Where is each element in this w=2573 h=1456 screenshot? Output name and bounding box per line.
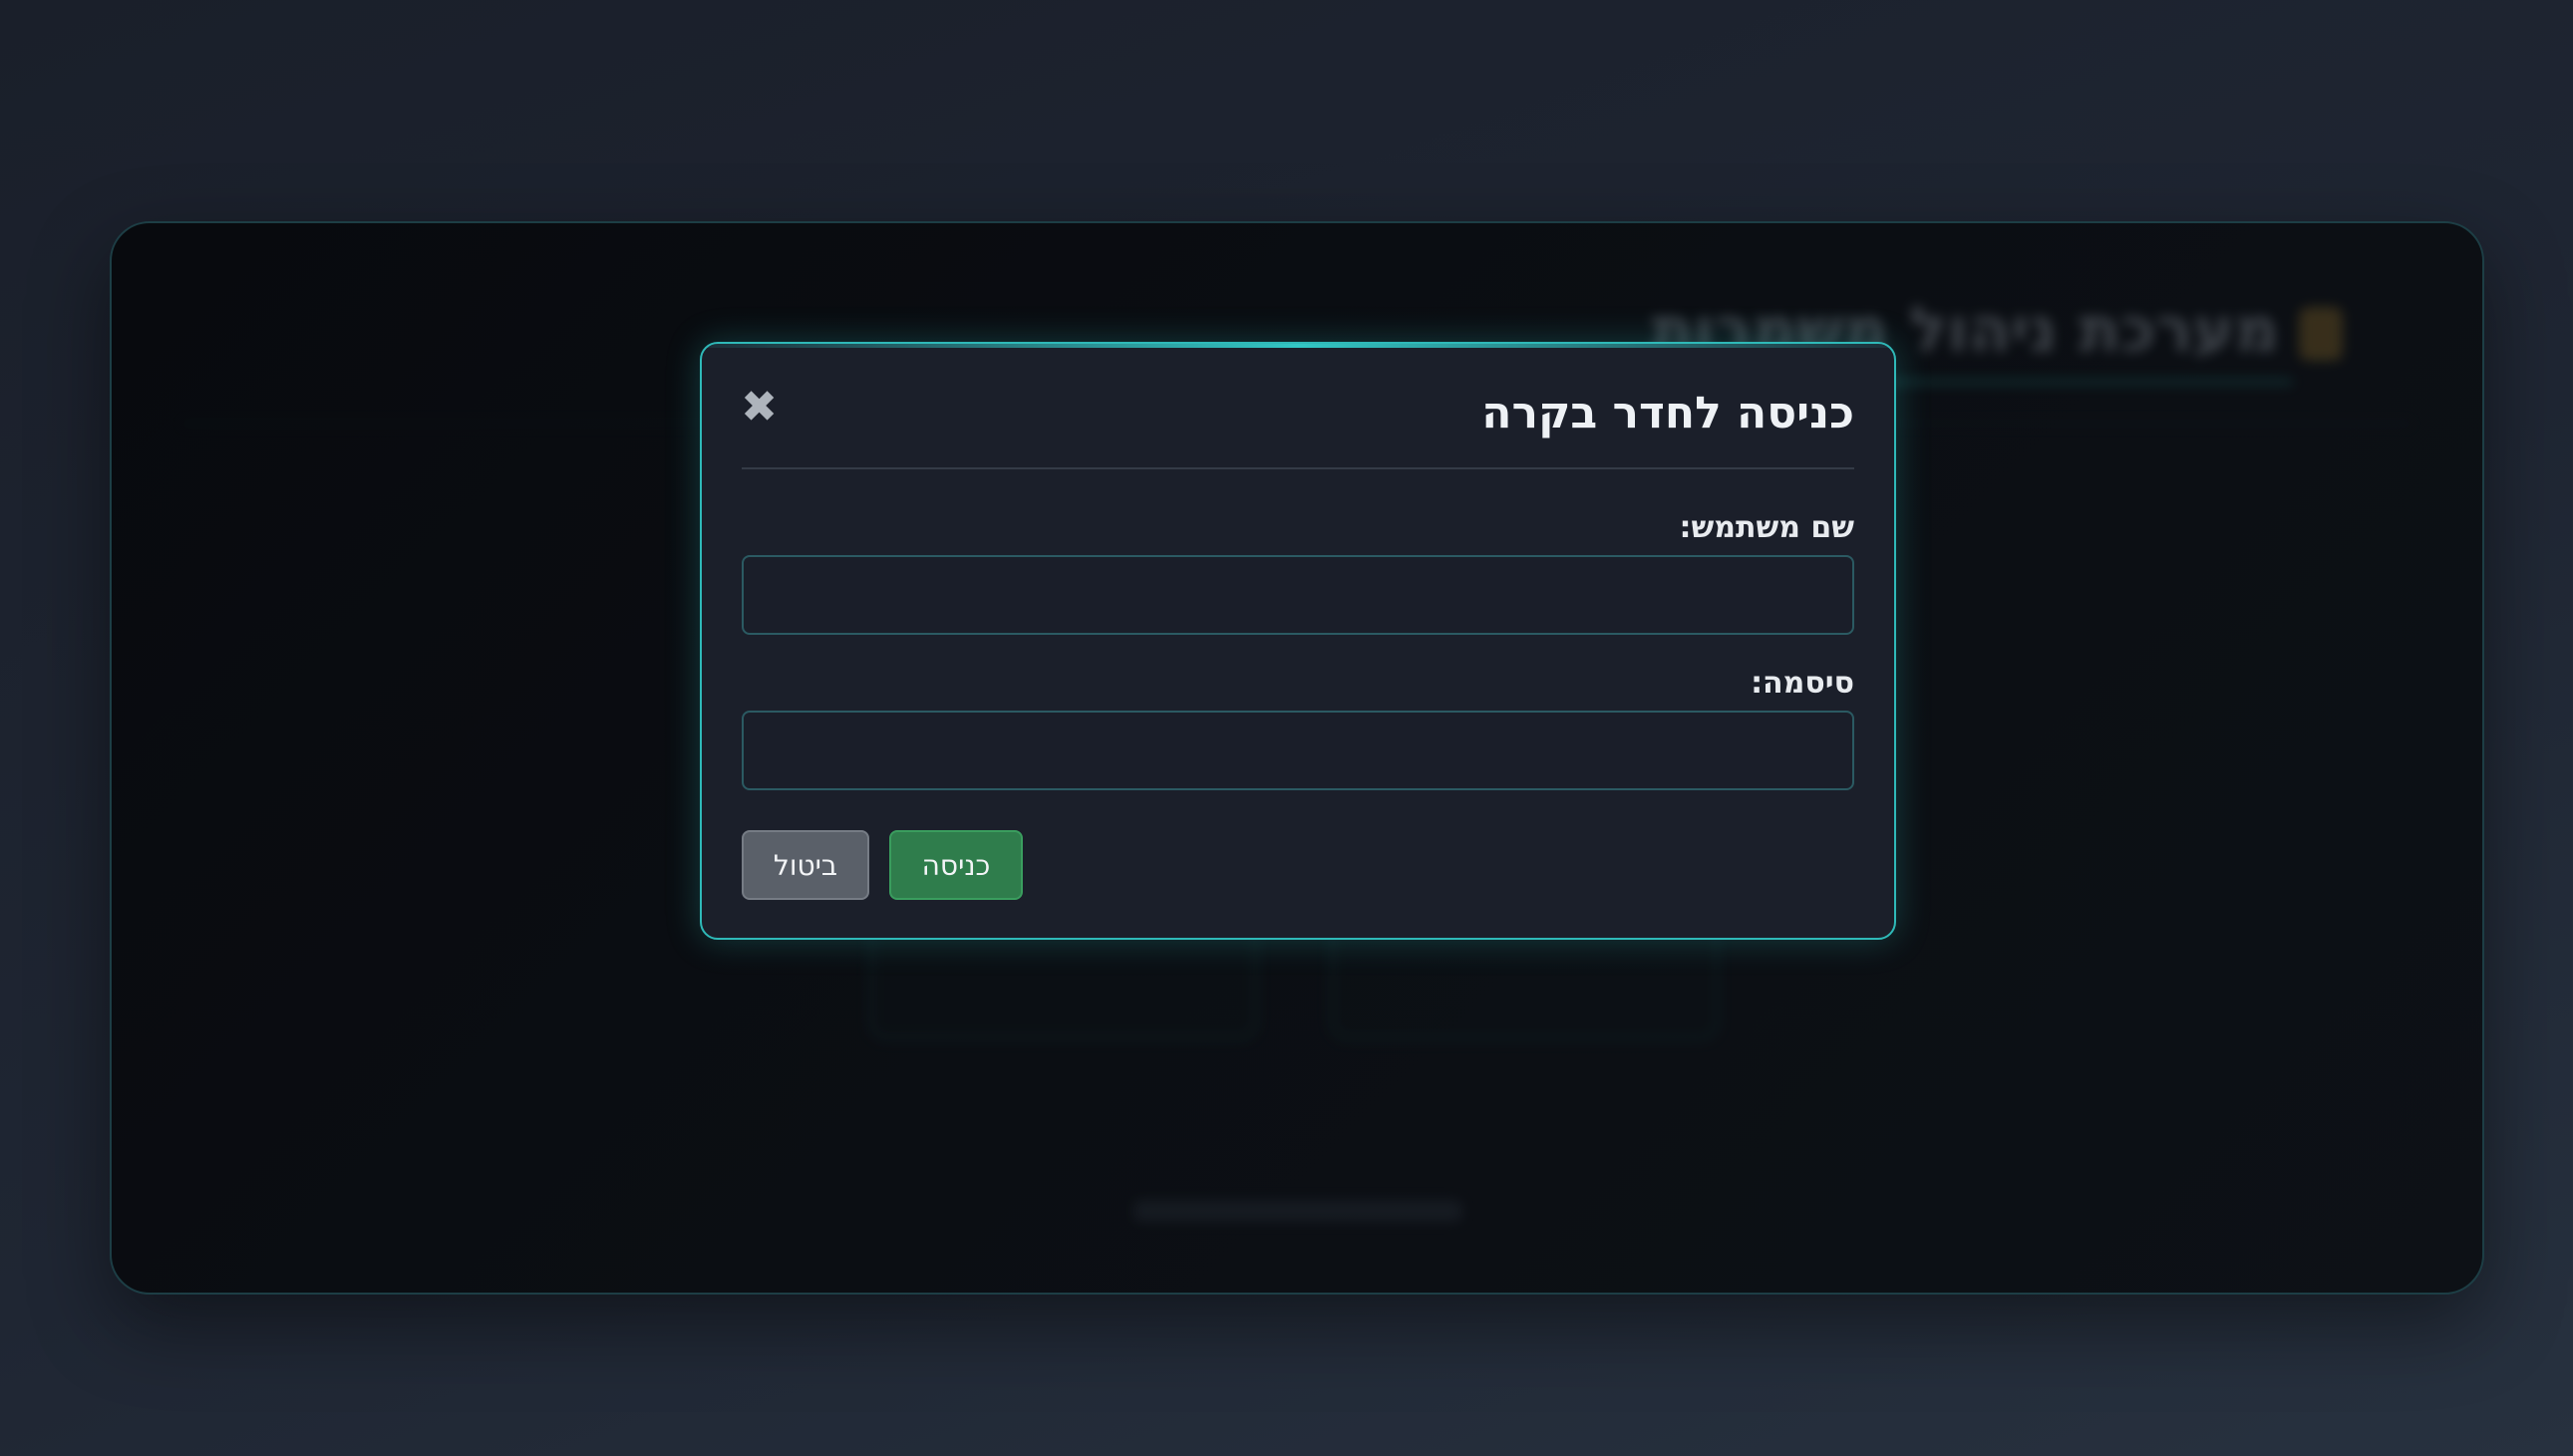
enter-button[interactable]: כניסה xyxy=(889,830,1023,900)
cancel-button[interactable]: ביטול xyxy=(742,830,869,900)
username-label: שם משתמש: xyxy=(1679,510,1855,545)
password-input[interactable] xyxy=(742,711,1854,790)
username-input[interactable] xyxy=(742,555,1854,635)
password-label: סיסמה: xyxy=(1751,666,1854,701)
brand-emoji-icon xyxy=(2299,306,2343,361)
login-modal: כניסה לחדר בקרה ✖ שם משתמש: סיסמה: כניסה… xyxy=(700,342,1896,940)
modal-title: כניסה לחדר בקרה xyxy=(1481,388,1854,438)
close-icon[interactable]: ✖ xyxy=(741,386,778,432)
background-footer-placeholder xyxy=(1133,1200,1462,1222)
modal-header: כניסה לחדר בקרה ✖ xyxy=(741,386,1854,469)
